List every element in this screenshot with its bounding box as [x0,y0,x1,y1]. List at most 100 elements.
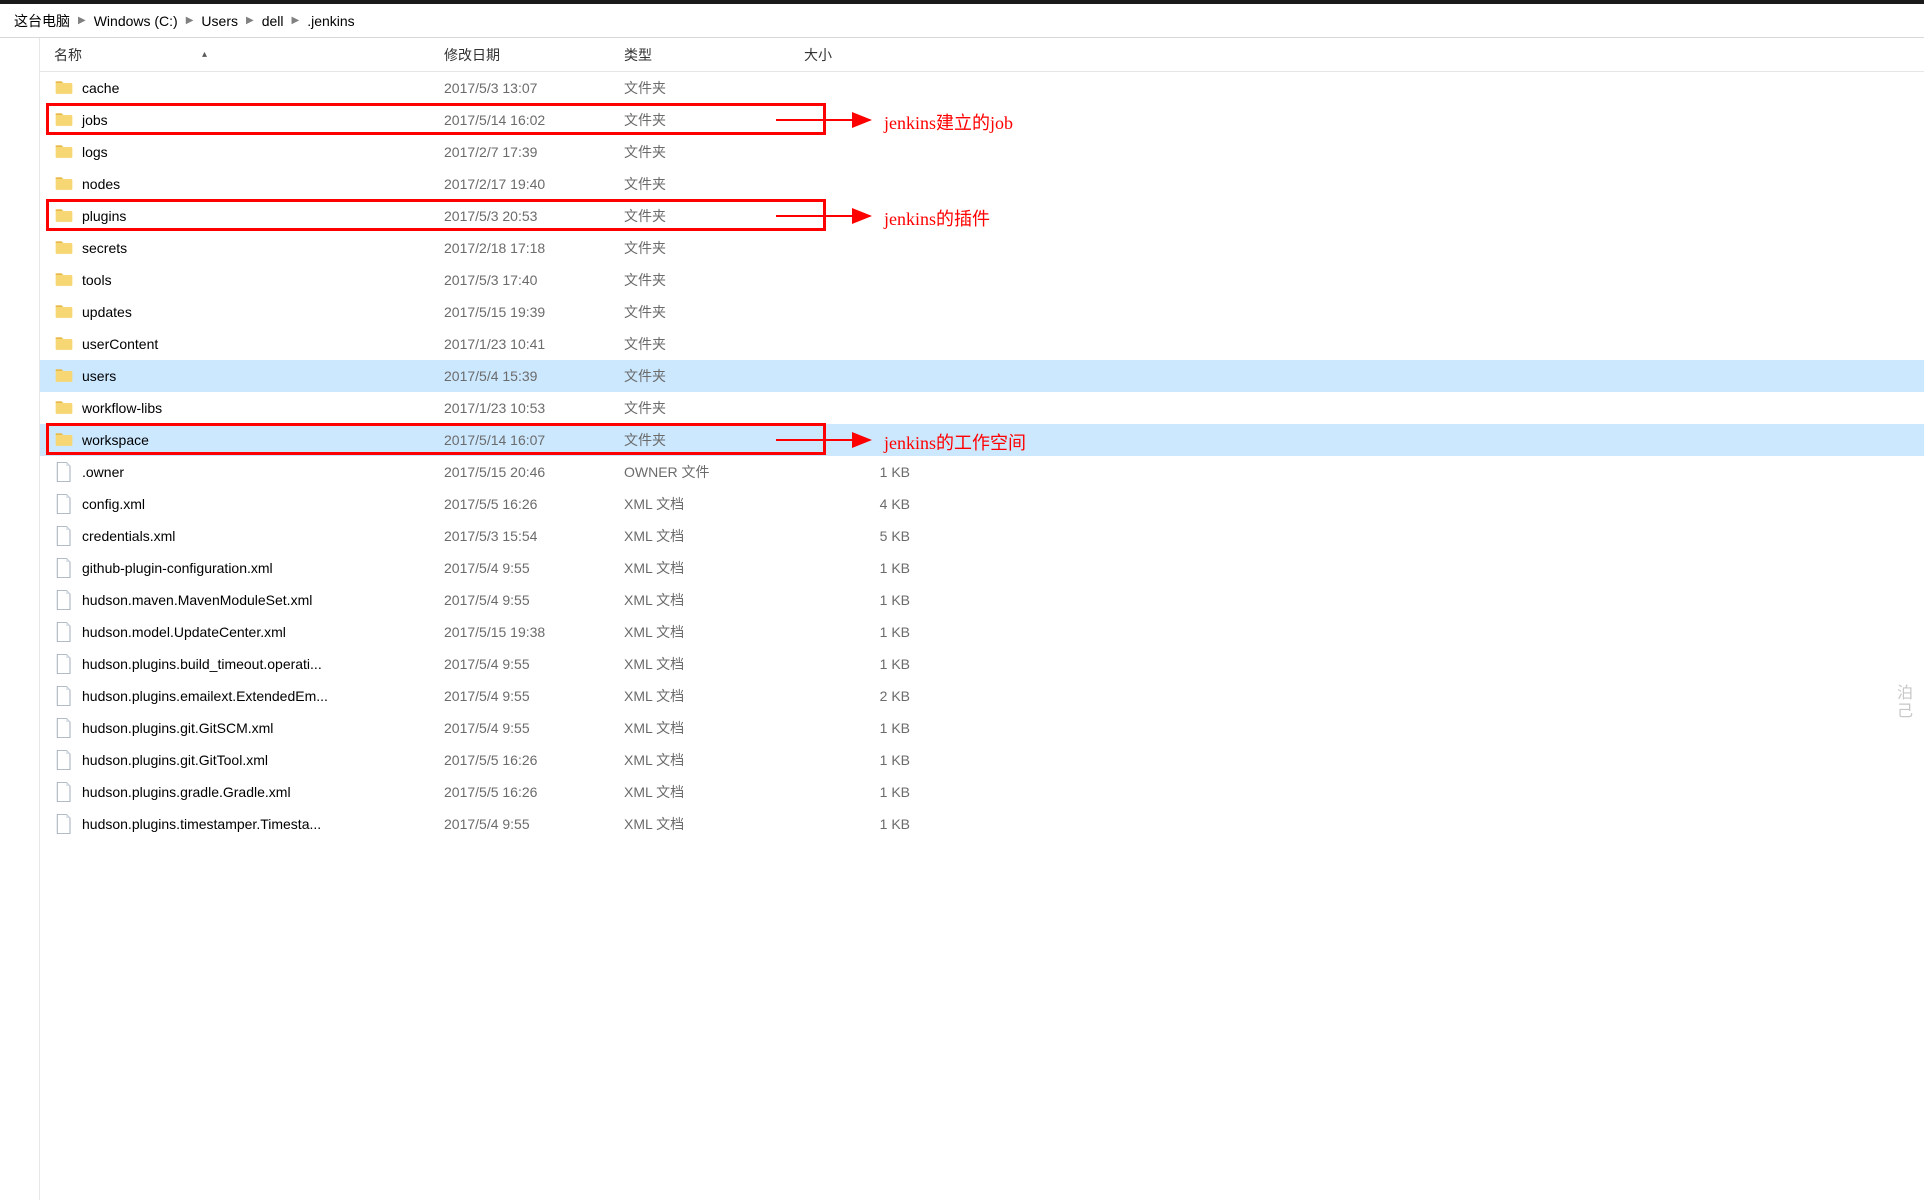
file-icon [54,782,74,802]
cell-type: XML 文档 [610,558,790,578]
cell-date: 2017/5/15 20:46 [430,464,610,480]
folder-icon [54,206,74,226]
chevron-right-icon: ▶ [184,15,196,26]
cell-type: 文件夹 [610,238,790,258]
file-icon [54,494,74,514]
column-headers[interactable]: 名称 ▴ 修改日期 类型 大小 [40,38,1924,72]
cell-size: 1 KB [790,752,950,768]
cell-name[interactable]: userContent [40,334,430,354]
file-name-label: hudson.plugins.gradle.Gradle.xml [82,784,291,800]
file-row[interactable]: credentials.xml2017/5/3 15:54XML 文档5 KB [40,520,1924,552]
cell-type: 文件夹 [610,334,790,354]
col-header-type[interactable]: 类型 [610,45,790,65]
file-row[interactable]: hudson.plugins.timestamper.Timesta...201… [40,808,1924,840]
breadcrumb[interactable]: 这台电脑▶Windows (C:)▶Users▶dell▶.jenkins [0,4,1924,38]
file-row[interactable]: hudson.model.UpdateCenter.xml2017/5/15 1… [40,616,1924,648]
cell-type: XML 文档 [610,590,790,610]
col-header-date[interactable]: 修改日期 [430,45,610,65]
sort-arrow-icon: ▴ [202,49,207,60]
breadcrumb-item[interactable]: 这台电脑 [8,11,76,31]
cell-name[interactable]: .owner [40,462,430,482]
cell-type: XML 文档 [610,654,790,674]
folder-row[interactable]: tools2017/5/3 17:40文件夹 [40,264,1924,296]
breadcrumb-item[interactable]: dell [256,13,290,29]
cell-name[interactable]: hudson.plugins.git.GitSCM.xml [40,718,430,738]
file-name-label: secrets [82,240,127,256]
folder-row[interactable]: users2017/5/4 15:39文件夹 [40,360,1924,392]
cell-type: 文件夹 [610,142,790,162]
file-name-label: workflow-libs [82,400,162,416]
cell-name[interactable]: cache [40,78,430,98]
folder-row[interactable]: jobs2017/5/14 16:02文件夹 [40,104,1924,136]
file-row[interactable]: hudson.plugins.git.GitTool.xml2017/5/5 1… [40,744,1924,776]
cell-type: XML 文档 [610,494,790,514]
cell-date: 2017/5/3 13:07 [430,80,610,96]
folder-icon [54,238,74,258]
folder-row[interactable]: logs2017/2/7 17:39文件夹 [40,136,1924,168]
cell-name[interactable]: hudson.plugins.emailext.ExtendedEm... [40,686,430,706]
folder-row[interactable]: workflow-libs2017/1/23 10:53文件夹 [40,392,1924,424]
file-name-label: users [82,368,116,384]
cell-name[interactable]: hudson.model.UpdateCenter.xml [40,622,430,642]
file-name-label: hudson.plugins.git.GitSCM.xml [82,720,273,736]
cell-date: 2017/5/15 19:38 [430,624,610,640]
breadcrumb-item[interactable]: Windows (C:) [88,13,184,29]
cell-type: XML 文档 [610,526,790,546]
file-row[interactable]: .owner2017/5/15 20:46OWNER 文件1 KB [40,456,1924,488]
file-name-label: hudson.maven.MavenModuleSet.xml [82,592,312,608]
file-row[interactable]: hudson.maven.MavenModuleSet.xml2017/5/4 … [40,584,1924,616]
cell-name[interactable]: secrets [40,238,430,258]
cell-name[interactable]: workflow-libs [40,398,430,418]
folder-icon [54,302,74,322]
col-header-name[interactable]: 名称 ▴ [40,45,430,65]
cell-name[interactable]: users [40,366,430,386]
folder-icon [54,398,74,418]
file-name-label: hudson.plugins.git.GitTool.xml [82,752,268,768]
cell-name[interactable]: hudson.plugins.git.GitTool.xml [40,750,430,770]
cell-name[interactable]: hudson.maven.MavenModuleSet.xml [40,590,430,610]
folder-row[interactable]: plugins2017/5/3 20:53文件夹 [40,200,1924,232]
folder-row[interactable]: updates2017/5/15 19:39文件夹 [40,296,1924,328]
cell-name[interactable]: hudson.plugins.gradle.Gradle.xml [40,782,430,802]
file-name-label: .owner [82,464,124,480]
cell-size: 2 KB [790,688,950,704]
breadcrumb-item[interactable]: .jenkins [301,13,360,29]
cell-date: 2017/5/3 15:54 [430,528,610,544]
folder-row[interactable]: secrets2017/2/18 17:18文件夹 [40,232,1924,264]
col-header-size[interactable]: 大小 [790,45,950,65]
chevron-right-icon: ▶ [244,15,256,26]
cell-name[interactable]: logs [40,142,430,162]
cell-date: 2017/5/4 9:55 [430,720,610,736]
file-row[interactable]: hudson.plugins.git.GitSCM.xml 2017/5/4 9:… [40,712,1924,744]
cell-date: 2017/5/3 17:40 [430,272,610,288]
cell-name[interactable]: hudson.plugins.build_timeout.operati... [40,654,430,674]
file-name-label: logs [82,144,108,160]
file-row[interactable]: hudson.plugins.gradle.Gradle.xml2017/5/5… [40,776,1924,808]
cell-size: 1 KB [790,624,950,640]
file-icon [54,718,74,738]
file-row[interactable]: hudson.plugins.build_timeout.operati...2… [40,648,1924,680]
folder-row[interactable]: userContent2017/1/23 10:41文件夹 [40,328,1924,360]
cell-name[interactable]: plugins [40,206,430,226]
file-icon [54,750,74,770]
cell-name[interactable]: nodes [40,174,430,194]
breadcrumb-item[interactable]: Users [195,13,244,29]
cell-name[interactable]: tools [40,270,430,290]
cell-name[interactable]: credentials.xml [40,526,430,546]
cell-name[interactable]: workspace [40,430,430,450]
folder-icon [54,270,74,290]
file-row[interactable]: config.xml2017/5/5 16:26XML 文档4 KB [40,488,1924,520]
cell-name[interactable]: config.xml [40,494,430,514]
file-row[interactable]: hudson.plugins.emailext.ExtendedEm...201… [40,680,1924,712]
cell-name[interactable]: hudson.plugins.timestamper.Timesta... [40,814,430,834]
cell-name[interactable]: updates [40,302,430,322]
folder-row[interactable]: cache2017/5/3 13:07文件夹 [40,72,1924,104]
cell-date: 2017/2/17 19:40 [430,176,610,192]
file-row[interactable]: github-plugin-configuration.xml2017/5/4 … [40,552,1924,584]
cell-name[interactable]: jobs [40,110,430,130]
cell-name[interactable]: github-plugin-configuration.xml [40,558,430,578]
folder-icon [54,174,74,194]
cell-type: 文件夹 [610,78,790,98]
folder-row[interactable]: nodes2017/2/17 19:40文件夹 [40,168,1924,200]
folder-row[interactable]: workspace2017/5/14 16:07文件夹 [40,424,1924,456]
